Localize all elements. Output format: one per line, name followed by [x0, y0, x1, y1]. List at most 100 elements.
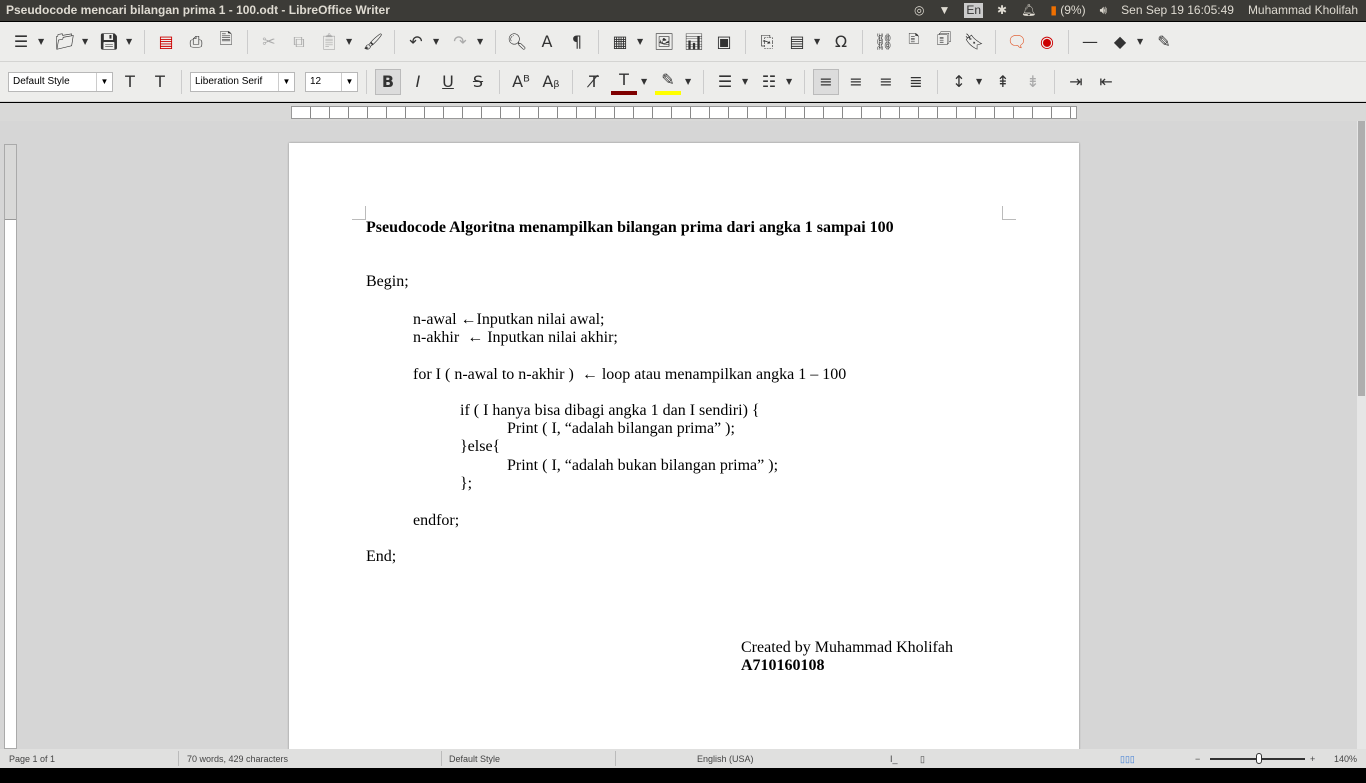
italic-icon[interactable]: I — [405, 69, 431, 95]
open-icon[interactable]: 📁︎ — [52, 29, 78, 55]
chevron-down-icon[interactable]: ▼ — [786, 77, 796, 86]
superscript-icon[interactable]: Aᴮ — [508, 69, 534, 95]
zoom-in-button[interactable]: + — [1310, 754, 1315, 764]
basic-shapes-icon[interactable]: ◆ — [1107, 29, 1133, 55]
doc-line[interactable]: Begin; — [366, 273, 409, 291]
insert-table-icon[interactable]: ▦ — [607, 29, 633, 55]
doc-line[interactable]: End; — [366, 548, 396, 566]
paragraph-style-select[interactable]: Default Style ▼ — [8, 71, 113, 92]
vertical-ruler[interactable] — [4, 144, 17, 749]
chevron-down-icon[interactable]: ▼ — [38, 37, 48, 46]
student-id[interactable]: A710160108 — [741, 657, 825, 675]
align-right-icon[interactable]: ≡ — [873, 69, 899, 95]
cut-icon[interactable]: ✂ — [256, 29, 282, 55]
decrease-paragraph-spacing-icon[interactable]: ⇟ — [1020, 69, 1046, 95]
chevron-down-icon[interactable]: ▼ — [341, 72, 357, 91]
page-style[interactable]: Default Style — [449, 754, 500, 764]
endnote-icon[interactable]: 🗊 — [931, 29, 957, 55]
find-replace-icon[interactable]: 🔍︎ — [504, 29, 530, 55]
chevron-down-icon[interactable]: ▼ — [814, 37, 824, 46]
font-color-icon[interactable]: T — [611, 69, 637, 95]
subscript-icon[interactable]: Aᵦ — [538, 69, 564, 95]
zoom-level[interactable]: 140% — [1334, 754, 1357, 764]
print-icon[interactable]: ⎙ — [183, 29, 209, 55]
chevron-down-icon[interactable]: ▼ — [976, 77, 986, 86]
new-style-icon[interactable]: T — [147, 69, 173, 95]
sidebar-icon[interactable]: ☰ — [8, 29, 34, 55]
doc-line[interactable]: }else{ — [460, 438, 500, 456]
export-pdf-icon[interactable]: ▤ — [153, 29, 179, 55]
horizontal-ruler[interactable] — [291, 106, 1077, 119]
chevron-down-icon[interactable]: ▼ — [641, 77, 651, 86]
doc-line[interactable]: n-akhir ← Inputkan nilai akhir; — [413, 329, 618, 347]
insert-mode-icon[interactable]: I_ — [890, 754, 898, 764]
insert-image-icon[interactable]: 🖼︎ — [651, 29, 677, 55]
strikethrough-icon[interactable]: S — [465, 69, 491, 95]
insert-field-icon[interactable]: ▤ — [784, 29, 810, 55]
zoom-out-button[interactable]: − — [1195, 754, 1200, 764]
align-left-icon[interactable]: ≡ — [813, 68, 839, 95]
increase-paragraph-spacing-icon[interactable]: ⇞ — [990, 69, 1016, 95]
doc-line[interactable]: }; — [460, 475, 472, 493]
chevron-down-icon[interactable]: ▼ — [346, 37, 356, 46]
special-character-icon[interactable]: Ω — [828, 29, 854, 55]
doc-line[interactable]: Print ( I, “adalah bukan bilangan prima”… — [507, 457, 778, 475]
footnote-icon[interactable]: 🗈 — [901, 29, 927, 55]
chevron-down-icon[interactable]: ▼ — [82, 37, 92, 46]
page[interactable]: Pseudocode Algoritna menampilkan bilanga… — [289, 143, 1079, 763]
insert-line-icon[interactable]: — — [1077, 29, 1103, 55]
bookmark-icon[interactable]: 🔖︎ — [961, 29, 987, 55]
keyboard-indicator[interactable]: En — [964, 3, 984, 18]
chevron-down-icon[interactable]: ▼ — [685, 77, 695, 86]
bluetooth-icon[interactable]: ✱ — [997, 3, 1007, 18]
user-menu[interactable]: Muhammad Kholifah — [1248, 3, 1358, 18]
chevron-down-icon[interactable]: ▼ — [278, 72, 294, 91]
clear-formatting-icon[interactable]: T̸ — [581, 69, 607, 95]
chevron-down-icon[interactable]: ▼ — [126, 37, 136, 46]
spelling-icon[interactable]: A — [534, 29, 560, 55]
update-style-icon[interactable]: T — [117, 69, 143, 95]
save-icon[interactable]: 💾︎ — [96, 29, 122, 55]
zoom-slider-handle[interactable] — [1256, 753, 1262, 764]
track-changes-icon[interactable]: ◉ — [1034, 29, 1060, 55]
chevron-down-icon[interactable]: ▼ — [433, 37, 443, 46]
chevron-down-icon[interactable]: ▼ — [96, 72, 112, 91]
underline-icon[interactable]: U — [435, 69, 461, 95]
network-icon[interactable]: ◎ — [914, 3, 924, 18]
vertical-scrollbar[interactable] — [1357, 121, 1366, 749]
chevron-down-icon[interactable]: ▼ — [1137, 37, 1147, 46]
line-spacing-icon[interactable]: ↕ — [946, 69, 972, 95]
formatting-marks-icon[interactable]: ¶ — [564, 29, 590, 55]
view-layout-icons[interactable]: ▯▯▯ — [1120, 754, 1135, 765]
numbering-icon[interactable]: ☷ — [756, 69, 782, 95]
copy-icon[interactable]: ⧉ — [286, 29, 312, 55]
insert-textbox-icon[interactable]: ▣ — [711, 29, 737, 55]
doc-line[interactable]: endfor; — [413, 512, 459, 530]
doc-line[interactable]: for I ( n-awal to n-akhir ) ← loop atau … — [413, 366, 846, 384]
bold-icon[interactable]: B — [375, 68, 401, 95]
wifi-icon[interactable]: ▼ — [938, 3, 950, 18]
notification-icon[interactable]: 🔔︎ — [1021, 3, 1036, 18]
insert-chart-icon[interactable]: 📊︎ — [681, 29, 707, 55]
print-preview-icon[interactable]: 🗎 — [213, 29, 239, 55]
hyperlink-icon[interactable]: ⛓ — [871, 29, 897, 55]
justify-icon[interactable]: ≣ — [903, 69, 929, 95]
language[interactable]: English (USA) — [697, 754, 754, 764]
align-center-icon[interactable]: ≡ — [843, 69, 869, 95]
chevron-down-icon[interactable]: ▼ — [637, 37, 647, 46]
page-count[interactable]: Page 1 of 1 — [9, 754, 55, 764]
clock[interactable]: Sen Sep 19 16:05:49 — [1121, 3, 1234, 18]
draw-icon[interactable]: ✎ — [1151, 29, 1177, 55]
chevron-down-icon[interactable]: ▼ — [742, 77, 752, 86]
doc-line[interactable]: Print ( I, “adalah bilangan prima” ); — [507, 420, 735, 438]
document-title[interactable]: Pseudocode Algoritna menampilkan bilanga… — [366, 219, 894, 237]
undo-icon[interactable]: ↶ — [403, 29, 429, 55]
comment-icon[interactable]: 🗨 — [1004, 29, 1030, 55]
font-size-select[interactable]: 12 ▼ — [305, 71, 358, 92]
highlight-color-icon[interactable]: ✎ — [655, 69, 681, 95]
paste-icon[interactable]: 📋︎ — [316, 29, 342, 55]
chevron-down-icon[interactable]: ▼ — [477, 37, 487, 46]
volume-icon[interactable]: 🔊︎ — [1100, 3, 1108, 18]
doc-line[interactable]: if ( I hanya bisa dibagi angka 1 dan I s… — [460, 402, 760, 420]
font-name-select[interactable]: Liberation Serif ▼ — [190, 71, 295, 92]
